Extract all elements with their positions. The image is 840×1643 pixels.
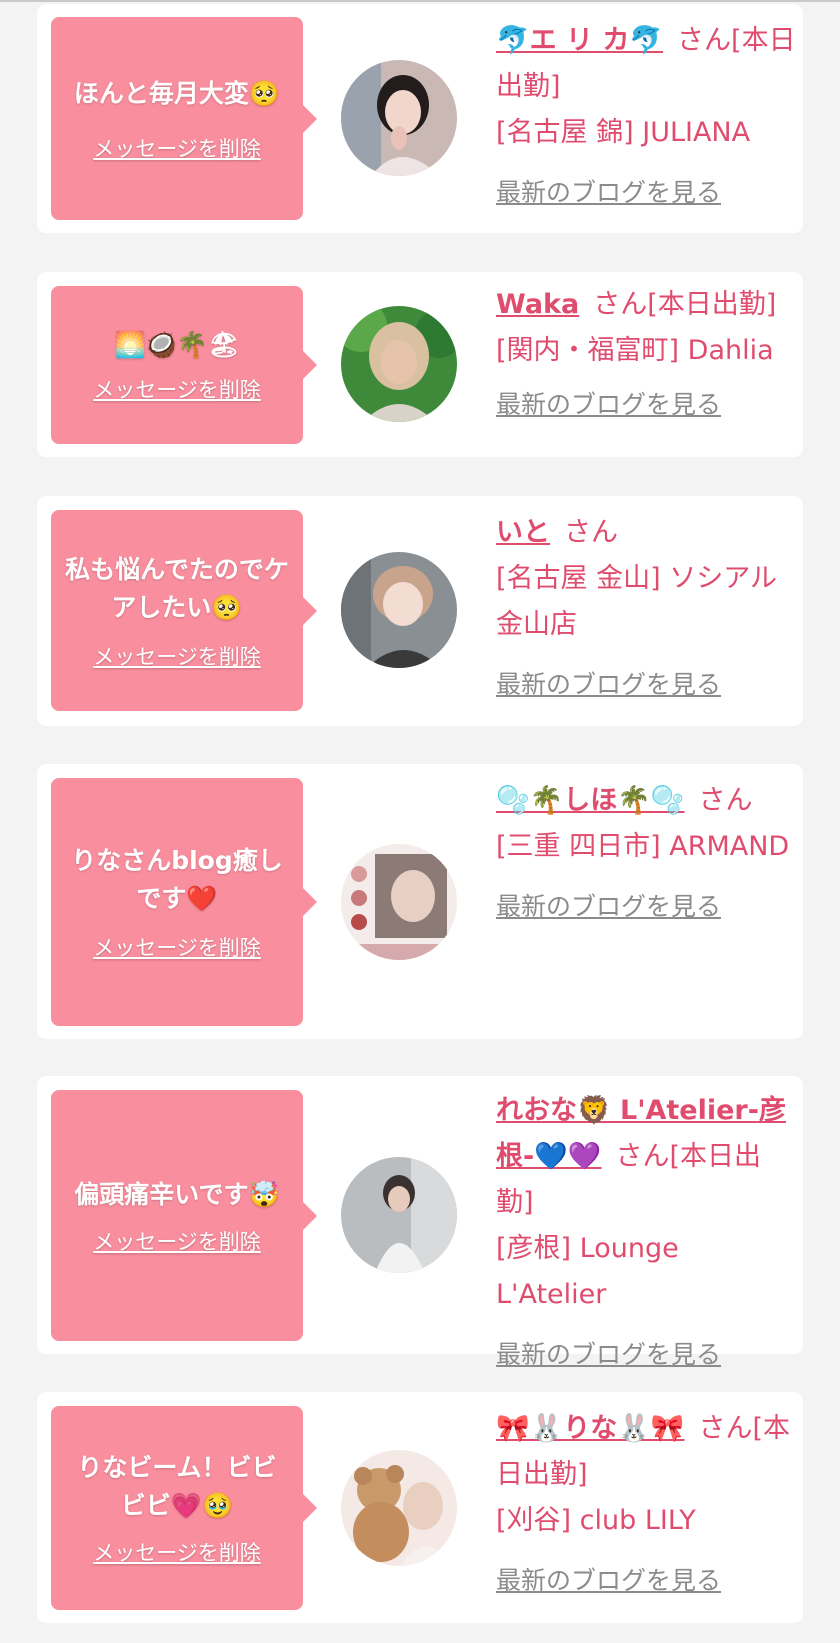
view-latest-blog-link[interactable]: 最新のブログを見る [496, 1332, 796, 1378]
cast-name-link[interactable]: 🫧🌴しほ🌴🫧 [496, 785, 684, 816]
message-card: りなさんblog癒しです❤️ メッセージを削除 🫧🌴しほ🌴🫧 さん [三重 四日市… [37, 764, 803, 1039]
avatar[interactable] [341, 60, 457, 176]
delete-message-link[interactable]: メッセージを削除 [93, 1537, 261, 1567]
cast-name-link[interactable]: いと [496, 517, 550, 548]
cast-name-link[interactable]: 🐬エ リ カ🐬 [496, 25, 663, 56]
message-text: 🌅🥥🌴🏖 [114, 330, 240, 359]
message-bubble: りなビーム！ビビビビ💗🥹 メッセージを削除 [51, 1406, 317, 1610]
shop-label: [彦根] Lounge L'Atelier [496, 1233, 679, 1310]
view-latest-blog-link[interactable]: 最新のブログを見る [496, 662, 796, 708]
message-bubble: ほんと毎月大変🥺 メッセージを削除 [51, 17, 317, 220]
top-divider [0, 0, 840, 2]
message-card: 🌅🥥🌴🏖 メッセージを削除 Waka さん[本日出勤] [関内・福富町] Dahl… [37, 272, 803, 457]
cast-suffix: さん [698, 785, 753, 816]
cast-info: いと さん [名古屋 金山] ソシアル金山店 最新のブログを見る [496, 510, 796, 708]
cast-suffix: さん[本日出勤] [593, 289, 777, 320]
view-latest-blog-link[interactable]: 最新のブログを見る [496, 170, 796, 216]
delete-message-link[interactable]: メッセージを削除 [93, 932, 261, 962]
cast-info: 🐬エ リ カ🐬 さん[本日出勤] [名古屋 錦] JULIANA 最新のブログを見… [496, 18, 796, 216]
avatar[interactable] [341, 552, 457, 668]
cast-info: れおな🦁 L'Atelier-彦根-💙💜 さん[本日出勤] [彦根] Lounge… [496, 1088, 796, 1378]
message-text: 私も悩んでたのでケアしたい🥺 [65, 554, 289, 622]
cast-name-link[interactable]: 🎀🐰りな🐰🎀 [496, 1413, 684, 1444]
avatar[interactable] [341, 1450, 457, 1566]
message-card: ほんと毎月大変🥺 メッセージを削除 🐬エ リ カ🐬 さん[本日出勤] [名古屋 錦… [37, 4, 803, 233]
delete-message-link[interactable]: メッセージを削除 [93, 374, 261, 404]
delete-message-link[interactable]: メッセージを削除 [93, 133, 261, 163]
cast-name-link[interactable]: Waka [496, 289, 579, 320]
shop-label: [名古屋 金山] ソシアル金山店 [496, 563, 777, 640]
cast-info: 🫧🌴しほ🌴🫧 さん [三重 四日市] ARMAND 最新のブログを見る [496, 778, 796, 930]
view-latest-blog-link[interactable]: 最新のブログを見る [496, 382, 796, 428]
shop-label: [名古屋 錦] JULIANA [496, 117, 751, 148]
shop-label: [三重 四日市] ARMAND [496, 831, 790, 862]
message-bubble: 🌅🥥🌴🏖 メッセージを削除 [51, 286, 317, 444]
message-card: りなビーム！ビビビビ💗🥹 メッセージを削除 🎀🐰りな🐰🎀 さん[本日出勤] [刈谷… [37, 1392, 803, 1623]
view-latest-blog-link[interactable]: 最新のブログを見る [496, 1558, 796, 1604]
cast-suffix: さん [564, 517, 618, 548]
avatar[interactable] [341, 844, 457, 960]
message-card: 偏頭痛辛いです🤯 メッセージを削除 れおな🦁 L'Atelier-彦根-💙💜 さん… [37, 1076, 803, 1369]
message-text: りなさんblog癒しです❤️ [71, 846, 283, 913]
message-text: りなビーム！ビビビビ💗🥹 [77, 1453, 277, 1520]
shop-label: [関内・福富町] Dahlia [496, 335, 774, 366]
message-text: ほんと毎月大変🥺 [73, 78, 281, 108]
message-text: 偏頭痛辛いです🤯 [74, 1179, 280, 1209]
message-bubble: 私も悩んでたのでケアしたい🥺 メッセージを削除 [51, 510, 317, 711]
shop-label: [刈谷] club LILY [496, 1505, 696, 1536]
message-card: 私も悩んでたのでケアしたい🥺 メッセージを削除 いと さん [名古屋 金山] ソシ… [37, 496, 803, 726]
cast-info: Waka さん[本日出勤] [関内・福富町] Dahlia 最新のブログを見る [496, 282, 796, 428]
cast-info: 🎀🐰りな🐰🎀 さん[本日出勤] [刈谷] club LILY 最新のブログを見る [496, 1406, 796, 1604]
message-bubble: りなさんblog癒しです❤️ メッセージを削除 [51, 778, 317, 1026]
delete-message-link[interactable]: メッセージを削除 [93, 1226, 261, 1256]
delete-message-link[interactable]: メッセージを削除 [93, 641, 261, 671]
avatar[interactable] [341, 1157, 457, 1273]
view-latest-blog-link[interactable]: 最新のブログを見る [496, 884, 796, 930]
avatar[interactable] [341, 306, 457, 422]
message-bubble: 偏頭痛辛いです🤯 メッセージを削除 [51, 1090, 317, 1341]
